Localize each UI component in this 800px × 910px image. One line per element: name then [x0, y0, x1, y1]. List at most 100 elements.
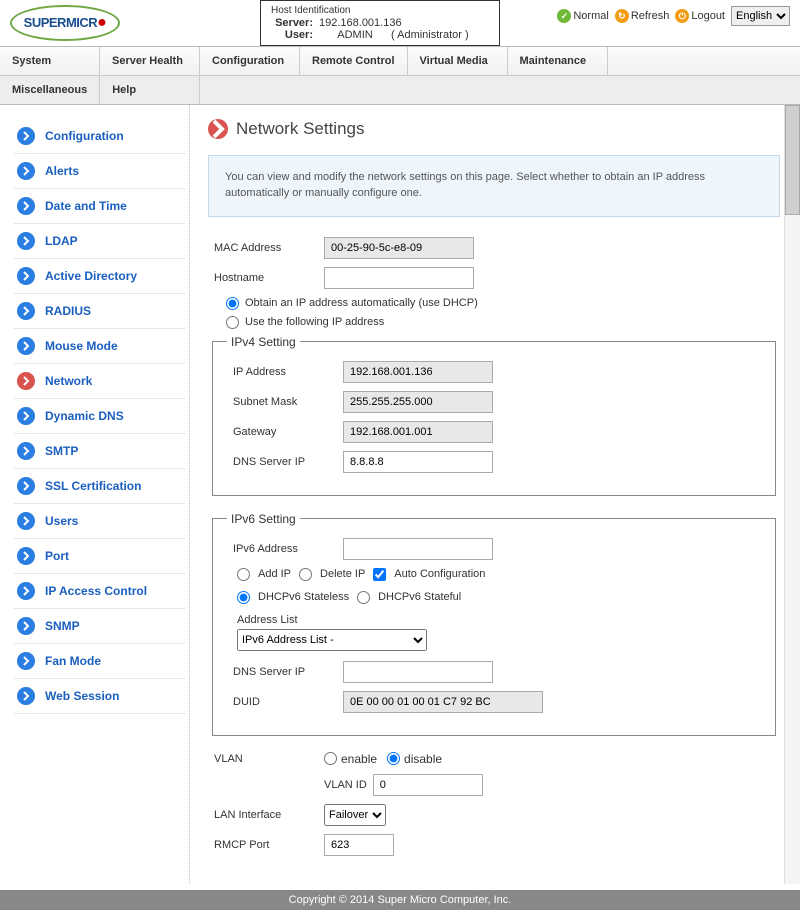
sidebar-item-ssl-certification[interactable]: SSL Certification: [14, 469, 185, 504]
host-identification-box: Host Identification Server:192.168.001.1…: [260, 0, 500, 46]
sidebar-item-radius[interactable]: RADIUS: [14, 294, 185, 329]
sidebar-item-ldap[interactable]: LDAP: [14, 224, 185, 259]
subnet-input[interactable]: [343, 391, 493, 413]
sidebar-item-fan-mode[interactable]: Fan Mode: [14, 644, 185, 679]
hostname-label: Hostname: [214, 272, 324, 284]
sidebar-item-label: SSL Certification: [45, 479, 141, 493]
sidebar-item-snmp[interactable]: SNMP: [14, 609, 185, 644]
stateful-radio[interactable]: [357, 591, 370, 604]
sidebar-item-web-session[interactable]: Web Session: [14, 679, 185, 714]
sidebar-item-label: Network: [45, 374, 92, 388]
nav-help[interactable]: Help: [100, 76, 200, 104]
server-value: 192.168.001.136: [319, 17, 402, 29]
sidebar-item-label: Configuration: [45, 129, 124, 143]
delip-label: Delete IP: [320, 568, 365, 580]
sidebar: Configuration AlertsDate and TimeLDAP Acti…: [0, 105, 190, 884]
footer: Copyright © 2014 Super Micro Computer, I…: [0, 890, 800, 910]
stateless-label: DHCPv6 Stateless: [258, 591, 349, 603]
mac-input: [324, 237, 474, 259]
sidebar-item-mouse-mode[interactable]: Mouse Mode: [14, 329, 185, 364]
ipv6-fieldset: IPv6 Setting IPv6 Address Add IP Delete …: [212, 512, 776, 736]
sidebar-item-port[interactable]: Port: [14, 539, 185, 574]
refresh-link[interactable]: Refresh: [631, 10, 670, 22]
arrow-right-icon: [17, 547, 35, 565]
addrlist-select[interactable]: IPv6 Address List -: [237, 629, 427, 651]
normal-link[interactable]: Normal: [573, 10, 608, 22]
ip-input[interactable]: [343, 361, 493, 383]
sidebar-item-date-and-time[interactable]: Date and Time: [14, 189, 185, 224]
vlan-label: VLAN: [214, 753, 324, 765]
ipv4-legend: IPv4 Setting: [227, 335, 300, 349]
dns6-input[interactable]: [343, 661, 493, 683]
rmcp-input[interactable]: [324, 834, 394, 856]
sidebar-item-label: SNMP: [45, 619, 80, 633]
addip-radio[interactable]: [237, 568, 250, 581]
sidebar-item-active-directory[interactable]: Active Directory: [14, 259, 185, 294]
nav-remote-control[interactable]: Remote Control: [300, 47, 408, 75]
dhcp-auto-label: Obtain an IP address automatically (use …: [245, 297, 478, 309]
subnet-label: Subnet Mask: [233, 396, 343, 408]
dns-input[interactable]: [343, 451, 493, 473]
addip-label: Add IP: [258, 568, 291, 580]
vlan-enable-label: enable: [341, 752, 377, 766]
sidebar-item-label: Fan Mode: [45, 654, 101, 668]
nav-configuration[interactable]: Configuration: [200, 47, 300, 75]
ip-label: IP Address: [233, 366, 343, 378]
page-title-icon: [208, 119, 228, 139]
main-content: Network Settings You can view and modify…: [190, 105, 800, 884]
sidebar-item-ip-access-control[interactable]: IP Access Control: [14, 574, 185, 609]
scrollbar[interactable]: [784, 105, 800, 884]
vlan-disable-label: disable: [404, 752, 442, 766]
refresh-icon: ↻: [615, 9, 629, 23]
sidebar-item-alerts[interactable]: Alerts: [14, 154, 185, 189]
arrow-right-icon: [17, 267, 35, 285]
language-select[interactable]: English: [731, 6, 790, 26]
sidebar-item-users[interactable]: Users: [14, 504, 185, 539]
duid-label: DUID: [233, 696, 343, 708]
vlanid-input[interactable]: [373, 774, 483, 796]
autoconf-check[interactable]: [373, 568, 386, 581]
hostname-input[interactable]: [324, 267, 474, 289]
nav-system[interactable]: System: [0, 47, 100, 75]
dns6-label: DNS Server IP: [233, 666, 343, 678]
sidebar-item-smtp[interactable]: SMTP: [14, 434, 185, 469]
gateway-input[interactable]: [343, 421, 493, 443]
mac-label: MAC Address: [214, 242, 324, 254]
sidebar-item-label: RADIUS: [45, 304, 91, 318]
stateless-radio[interactable]: [237, 591, 250, 604]
dhcp-auto-radio[interactable]: [226, 297, 239, 310]
nav-maintenance[interactable]: Maintenance: [508, 47, 608, 75]
user-value: ADMIN: [319, 29, 391, 41]
delip-radio[interactable]: [299, 568, 312, 581]
arrow-right-icon: [17, 582, 35, 600]
main-nav: SystemServer HealthConfigurationRemote C…: [0, 46, 800, 105]
sidebar-item-label: IP Access Control: [45, 584, 147, 598]
nav-server-health[interactable]: Server Health: [100, 47, 200, 75]
arrow-right-icon: [17, 652, 35, 670]
scroll-thumb[interactable]: [785, 105, 800, 215]
dhcp-manual-radio[interactable]: [226, 316, 239, 329]
ipv6addr-input[interactable]: [343, 538, 493, 560]
nav-virtual-media[interactable]: Virtual Media: [408, 47, 508, 75]
lanif-select[interactable]: Failover: [324, 804, 386, 826]
duid-input: [343, 691, 543, 713]
gateway-label: Gateway: [233, 426, 343, 438]
sidebar-item-dynamic-dns[interactable]: Dynamic DNS: [14, 399, 185, 434]
arrow-right-icon: [17, 127, 35, 145]
arrow-right-icon: [17, 337, 35, 355]
ipv6addr-label: IPv6 Address: [233, 543, 343, 555]
vlanid-label: VLAN ID: [324, 779, 367, 791]
sidebar-item-label: Users: [45, 514, 78, 528]
logout-icon: ⏻: [675, 9, 689, 23]
arrow-right-icon: [17, 407, 35, 425]
sidebar-item-label: Web Session: [45, 689, 119, 703]
stateful-label: DHCPv6 Stateful: [378, 591, 461, 603]
sidebar-item-network[interactable]: Network: [14, 364, 185, 399]
nav-miscellaneous[interactable]: Miscellaneous: [0, 76, 100, 104]
vlan-disable-radio[interactable]: [387, 752, 400, 765]
sidebar-item-configuration[interactable]: Configuration: [14, 119, 185, 154]
sidebar-item-label: Active Directory: [45, 269, 137, 283]
vlan-enable-radio[interactable]: [324, 752, 337, 765]
page-title: Network Settings: [236, 119, 365, 139]
logout-link[interactable]: Logout: [691, 10, 725, 22]
